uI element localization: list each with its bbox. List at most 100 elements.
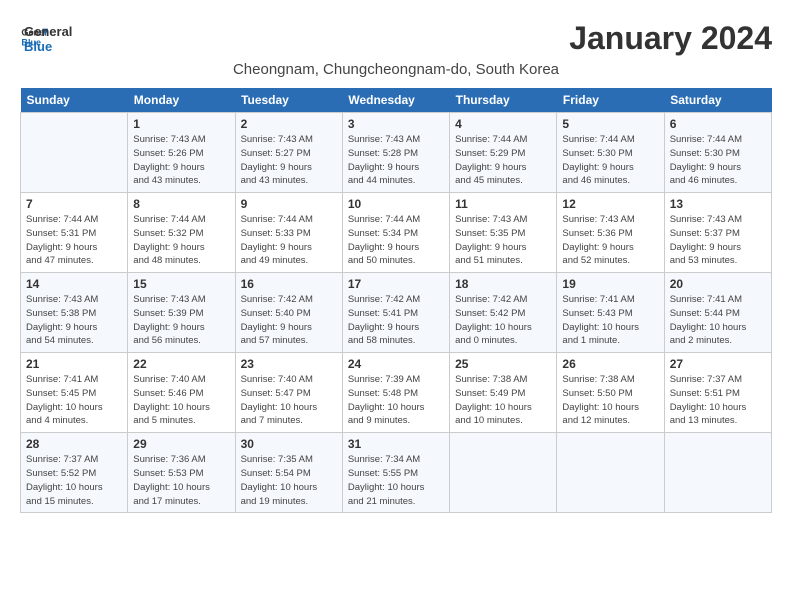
day-info: Sunrise: 7:36 AM Sunset: 5:53 PM Dayligh…	[133, 453, 229, 508]
day-info: Sunrise: 7:39 AM Sunset: 5:48 PM Dayligh…	[348, 373, 444, 428]
calendar-week-1: 1 Sunrise: 7:43 AM Sunset: 5:26 PM Daylig…	[21, 113, 772, 193]
calendar-cell: 17 Sunrise: 7:42 AM Sunset: 5:41 PM Dayli…	[342, 273, 449, 353]
calendar-cell: 16 Sunrise: 7:42 AM Sunset: 5:40 PM Dayli…	[235, 273, 342, 353]
day-number: 15	[133, 277, 229, 291]
day-number: 29	[133, 437, 229, 451]
day-info: Sunrise: 7:37 AM Sunset: 5:52 PM Dayligh…	[26, 453, 122, 508]
day-number: 23	[241, 357, 337, 371]
calendar-cell: 29 Sunrise: 7:36 AM Sunset: 5:53 PM Dayli…	[128, 433, 235, 513]
day-info: Sunrise: 7:44 AM Sunset: 5:30 PM Dayligh…	[562, 133, 658, 188]
calendar-cell: 19 Sunrise: 7:41 AM Sunset: 5:43 PM Dayli…	[557, 273, 664, 353]
day-number: 20	[670, 277, 766, 291]
calendar-cell: 20 Sunrise: 7:41 AM Sunset: 5:44 PM Dayli…	[664, 273, 771, 353]
day-number: 24	[348, 357, 444, 371]
day-info: Sunrise: 7:41 AM Sunset: 5:45 PM Dayligh…	[26, 373, 122, 428]
day-info: Sunrise: 7:43 AM Sunset: 5:28 PM Dayligh…	[348, 133, 444, 188]
day-info: Sunrise: 7:43 AM Sunset: 5:26 PM Dayligh…	[133, 133, 229, 188]
day-number: 19	[562, 277, 658, 291]
day-number: 31	[348, 437, 444, 451]
day-number: 26	[562, 357, 658, 371]
day-number: 18	[455, 277, 551, 291]
logo: General Blue General Blue	[20, 20, 72, 54]
day-info: Sunrise: 7:34 AM Sunset: 5:55 PM Dayligh…	[348, 453, 444, 508]
day-info: Sunrise: 7:44 AM Sunset: 5:34 PM Dayligh…	[348, 213, 444, 268]
calendar-cell: 31 Sunrise: 7:34 AM Sunset: 5:55 PM Dayli…	[342, 433, 449, 513]
day-info: Sunrise: 7:43 AM Sunset: 5:35 PM Dayligh…	[455, 213, 551, 268]
day-info: Sunrise: 7:42 AM Sunset: 5:40 PM Dayligh…	[241, 293, 337, 348]
day-number: 16	[241, 277, 337, 291]
day-info: Sunrise: 7:43 AM Sunset: 5:37 PM Dayligh…	[670, 213, 766, 268]
calendar-cell: 11 Sunrise: 7:43 AM Sunset: 5:35 PM Dayli…	[450, 193, 557, 273]
dow-header-friday: Friday	[557, 88, 664, 113]
calendar-cell	[664, 433, 771, 513]
day-number: 21	[26, 357, 122, 371]
calendar-cell	[21, 113, 128, 193]
calendar-cell: 13Sunrise: 7:43 AM Sunset: 5:37 PM Dayli…	[664, 193, 771, 273]
calendar-cell: 2Sunrise: 7:43 AM Sunset: 5:27 PM Daylig…	[235, 113, 342, 193]
day-info: Sunrise: 7:41 AM Sunset: 5:44 PM Dayligh…	[670, 293, 766, 348]
dow-header-tuesday: Tuesday	[235, 88, 342, 113]
days-of-week-row: SundayMondayTuesdayWednesdayThursdayFrid…	[21, 88, 772, 113]
dow-header-sunday: Sunday	[21, 88, 128, 113]
calendar-cell: 6Sunrise: 7:44 AM Sunset: 5:30 PM Daylig…	[664, 113, 771, 193]
calendar-cell: 5 Sunrise: 7:44 AM Sunset: 5:30 PM Daylig…	[557, 113, 664, 193]
day-number: 27	[670, 357, 766, 371]
calendar-week-3: 14Sunrise: 7:43 AM Sunset: 5:38 PM Dayli…	[21, 273, 772, 353]
day-info: Sunrise: 7:40 AM Sunset: 5:47 PM Dayligh…	[241, 373, 337, 428]
day-info: Sunrise: 7:41 AM Sunset: 5:43 PM Dayligh…	[562, 293, 658, 348]
calendar-cell: 23 Sunrise: 7:40 AM Sunset: 5:47 PM Dayli…	[235, 353, 342, 433]
calendar-cell: 9 Sunrise: 7:44 AM Sunset: 5:33 PM Daylig…	[235, 193, 342, 273]
day-info: Sunrise: 7:43 AM Sunset: 5:39 PM Dayligh…	[133, 293, 229, 348]
day-number: 28	[26, 437, 122, 451]
day-info: Sunrise: 7:44 AM Sunset: 5:31 PM Dayligh…	[26, 213, 122, 268]
day-info: Sunrise: 7:35 AM Sunset: 5:54 PM Dayligh…	[241, 453, 337, 508]
header: General Blue General Blue January 2024	[20, 20, 772, 57]
day-number: 5	[562, 117, 658, 131]
calendar-cell: 14Sunrise: 7:43 AM Sunset: 5:38 PM Dayli…	[21, 273, 128, 353]
day-number: 22	[133, 357, 229, 371]
day-number: 9	[241, 197, 337, 211]
day-info: Sunrise: 7:44 AM Sunset: 5:29 PM Dayligh…	[455, 133, 551, 188]
calendar-cell: 28 Sunrise: 7:37 AM Sunset: 5:52 PM Dayli…	[21, 433, 128, 513]
dow-header-wednesday: Wednesday	[342, 88, 449, 113]
day-info: Sunrise: 7:44 AM Sunset: 5:33 PM Dayligh…	[241, 213, 337, 268]
day-number: 10	[348, 197, 444, 211]
dow-header-monday: Monday	[128, 88, 235, 113]
day-number: 12	[562, 197, 658, 211]
day-number: 3	[348, 117, 444, 131]
day-number: 2	[241, 117, 337, 131]
day-info: Sunrise: 7:43 AM Sunset: 5:38 PM Dayligh…	[26, 293, 122, 348]
calendar-cell: 1 Sunrise: 7:43 AM Sunset: 5:26 PM Daylig…	[128, 113, 235, 193]
logo-line2: Blue	[24, 39, 72, 54]
calendar-cell: 8Sunrise: 7:44 AM Sunset: 5:32 PM Daylig…	[128, 193, 235, 273]
calendar-cell: 7Sunrise: 7:44 AM Sunset: 5:31 PM Daylig…	[21, 193, 128, 273]
calendar-cell: 3 Sunrise: 7:43 AM Sunset: 5:28 PM Daylig…	[342, 113, 449, 193]
calendar-cell	[557, 433, 664, 513]
day-number: 11	[455, 197, 551, 211]
day-info: Sunrise: 7:43 AM Sunset: 5:36 PM Dayligh…	[562, 213, 658, 268]
calendar-cell	[450, 433, 557, 513]
calendar-cell: 27Sunrise: 7:37 AM Sunset: 5:51 PM Dayli…	[664, 353, 771, 433]
day-info: Sunrise: 7:40 AM Sunset: 5:46 PM Dayligh…	[133, 373, 229, 428]
day-number: 8	[133, 197, 229, 211]
calendar-cell: 22 Sunrise: 7:40 AM Sunset: 5:46 PM Dayli…	[128, 353, 235, 433]
calendar-cell: 30 Sunrise: 7:35 AM Sunset: 5:54 PM Dayli…	[235, 433, 342, 513]
calendar-table: SundayMondayTuesdayWednesdayThursdayFrid…	[20, 88, 772, 513]
day-number: 30	[241, 437, 337, 451]
calendar-subtitle: Cheongnam, Chungcheongnam-do, South Kore…	[20, 61, 772, 78]
calendar-cell: 24 Sunrise: 7:39 AM Sunset: 5:48 PM Dayli…	[342, 353, 449, 433]
logo-line1: General	[24, 24, 72, 39]
day-number: 25	[455, 357, 551, 371]
day-number: 17	[348, 277, 444, 291]
calendar-cell: 18Sunrise: 7:42 AM Sunset: 5:42 PM Dayli…	[450, 273, 557, 353]
day-number: 1	[133, 117, 229, 131]
calendar-cell: 15 Sunrise: 7:43 AM Sunset: 5:39 PM Dayli…	[128, 273, 235, 353]
calendar-week-5: 28 Sunrise: 7:37 AM Sunset: 5:52 PM Dayli…	[21, 433, 772, 513]
calendar-cell: 26Sunrise: 7:38 AM Sunset: 5:50 PM Dayli…	[557, 353, 664, 433]
calendar-title: January 2024	[569, 20, 772, 57]
calendar-body: 1 Sunrise: 7:43 AM Sunset: 5:26 PM Daylig…	[21, 113, 772, 513]
day-info: Sunrise: 7:42 AM Sunset: 5:41 PM Dayligh…	[348, 293, 444, 348]
calendar-week-2: 7Sunrise: 7:44 AM Sunset: 5:31 PM Daylig…	[21, 193, 772, 273]
dow-header-saturday: Saturday	[664, 88, 771, 113]
calendar-cell: 25Sunrise: 7:38 AM Sunset: 5:49 PM Dayli…	[450, 353, 557, 433]
